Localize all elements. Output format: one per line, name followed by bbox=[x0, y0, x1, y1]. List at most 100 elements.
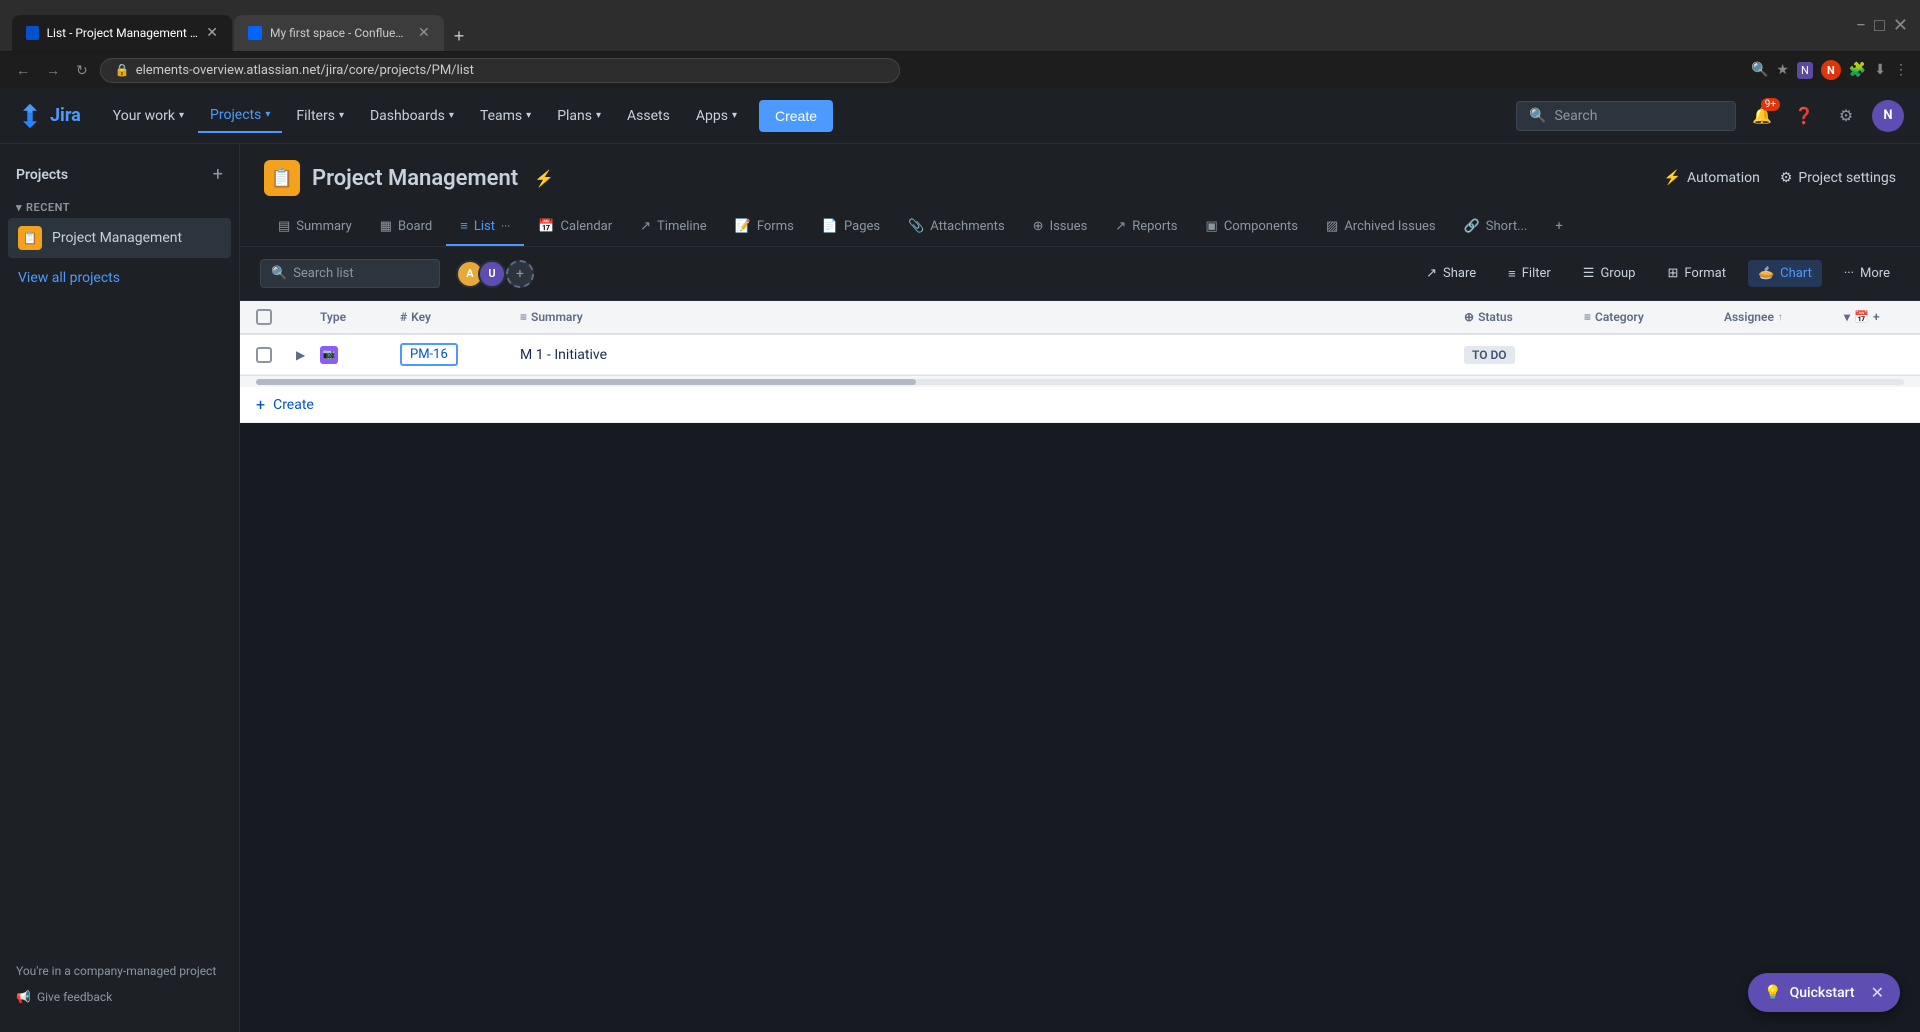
sidebar-item-project-management[interactable]: 📋 Project Management bbox=[8, 218, 231, 258]
tab-issues[interactable]: ⊕ Issues bbox=[1019, 208, 1102, 246]
tab-2-close[interactable]: ✕ bbox=[418, 25, 430, 41]
tab-timeline[interactable]: ↗ Timeline bbox=[626, 208, 721, 246]
expand-row-button[interactable]: ▶ bbox=[296, 348, 305, 362]
issue-type-icon: 📷 bbox=[320, 346, 338, 364]
tab-components[interactable]: ▣ Components bbox=[1192, 208, 1313, 246]
tab-summary[interactable]: ▤ Summary bbox=[264, 208, 366, 246]
tab-pages[interactable]: 📄 Pages bbox=[808, 208, 894, 246]
table-scroll-container: Type # Key ≡ Summary ⊕ Status bbox=[240, 301, 1920, 423]
tab-forms[interactable]: 📝 Forms bbox=[721, 208, 808, 246]
plus-icon: + bbox=[256, 395, 265, 414]
zoom-icon[interactable]: 🔍 bbox=[1751, 62, 1768, 78]
create-button[interactable]: Create bbox=[759, 100, 833, 132]
back-button[interactable]: ← bbox=[12, 58, 34, 82]
row-status-col: TO DO bbox=[1464, 347, 1584, 363]
content-area: 📋 Project Management ⚡ ⚡ Automation ⚙ Pr… bbox=[240, 144, 1920, 1032]
nav-apps[interactable]: Apps ▾ bbox=[684, 100, 749, 132]
chart-button[interactable]: 🥧 Chart bbox=[1748, 260, 1822, 287]
view-all-projects-link[interactable]: View all projects bbox=[8, 262, 231, 294]
status-col-header[interactable]: ⊕ Status bbox=[1464, 310, 1584, 324]
extensions-icon[interactable]: 🧩 bbox=[1849, 62, 1866, 78]
tab-attachments[interactable]: 📎 Attachments bbox=[894, 208, 1019, 246]
summary-col-header[interactable]: ≡ Summary bbox=[520, 310, 1464, 324]
quickstart-close-button[interactable]: ✕ bbox=[1871, 983, 1884, 1002]
create-issue-row[interactable]: + Create bbox=[240, 387, 1920, 423]
more-button[interactable]: ··· More bbox=[1834, 260, 1900, 287]
add-tab-button[interactable]: + bbox=[1541, 208, 1576, 246]
add-col-button[interactable]: + bbox=[1873, 310, 1880, 324]
notifications-button[interactable]: 🔔 9+ bbox=[1746, 100, 1778, 132]
attachments-tab-icon: 📎 bbox=[908, 219, 924, 234]
nav-filters[interactable]: Filters ▾ bbox=[284, 100, 356, 132]
sidebar-title: Projects bbox=[16, 167, 68, 183]
nav-assets[interactable]: Assets bbox=[615, 100, 682, 132]
select-all-checkbox[interactable] bbox=[256, 309, 272, 325]
link-tab-icon: 🔗 bbox=[1464, 219, 1480, 234]
issues-tab-icon: ⊕ bbox=[1033, 219, 1044, 234]
settings-button[interactable]: ⚙ bbox=[1830, 100, 1862, 132]
nav-dashboards[interactable]: Dashboards ▾ bbox=[358, 100, 466, 132]
tab-archived-issues[interactable]: ▨ Archived Issues bbox=[1312, 208, 1450, 246]
category-col-header[interactable]: ≡ Category bbox=[1584, 310, 1724, 324]
nav-teams[interactable]: Teams ▾ bbox=[468, 100, 543, 132]
row-key-col: PM-16 bbox=[400, 343, 520, 366]
minimize-icon[interactable]: − bbox=[1856, 15, 1866, 36]
add-people-button[interactable]: + bbox=[506, 260, 534, 288]
nav-plans[interactable]: Plans ▾ bbox=[545, 100, 613, 132]
nav-projects[interactable]: Projects ▾ bbox=[198, 99, 282, 133]
share-icon: ↗ bbox=[1426, 266, 1437, 281]
address-bar[interactable]: 🔒 elements-overview.atlassian.net/jira/c… bbox=[100, 58, 900, 83]
forward-button[interactable]: → bbox=[42, 58, 64, 82]
status-badge[interactable]: TO DO bbox=[1464, 346, 1515, 364]
tab-list[interactable]: ≡ List ··· bbox=[446, 208, 524, 246]
row-checkbox[interactable] bbox=[256, 347, 272, 363]
list-tab-more-icon[interactable]: ··· bbox=[501, 219, 510, 233]
search-list-input[interactable]: 🔍 Search list bbox=[260, 259, 440, 288]
tab-1[interactable]: List - Project Management - Ji... ✕ bbox=[12, 15, 232, 51]
shield-icon[interactable]: N bbox=[1797, 62, 1813, 79]
tab-board[interactable]: ▦ Board bbox=[366, 208, 447, 246]
assignee-col-header[interactable]: Assignee ↑ bbox=[1724, 310, 1844, 324]
format-button[interactable]: ⊞ Format bbox=[1657, 260, 1736, 287]
search-box[interactable]: 🔍 Search bbox=[1516, 101, 1736, 131]
tab-reports[interactable]: ↗ Reports bbox=[1101, 208, 1191, 246]
nav-your-work[interactable]: Your work ▾ bbox=[101, 100, 196, 132]
star-icon[interactable]: ⚡ bbox=[534, 169, 554, 188]
chevron-down-icon: ▾ bbox=[526, 110, 531, 121]
calendar-col-icon[interactable]: 📅 bbox=[1854, 310, 1869, 324]
jira-logo[interactable]: Jira bbox=[16, 102, 81, 130]
sort-ascending-icon: ↑ bbox=[1778, 312, 1783, 323]
key-col-header[interactable]: # Key bbox=[400, 310, 520, 324]
group-button[interactable]: ☰ Group bbox=[1573, 260, 1646, 287]
close-icon[interactable]: ✕ bbox=[1893, 15, 1908, 36]
add-project-button[interactable]: + bbox=[213, 164, 223, 185]
quickstart-icon: 💡 bbox=[1764, 985, 1781, 1001]
menu-icon[interactable]: ⋮ bbox=[1894, 62, 1908, 78]
feedback-button[interactable]: 📢 Give feedback bbox=[16, 986, 223, 1008]
type-col-header[interactable]: Type bbox=[320, 310, 400, 324]
tab-2[interactable]: My first space - Confluence ✕ bbox=[234, 15, 444, 51]
tab-calendar[interactable]: 📅 Calendar bbox=[524, 208, 626, 246]
help-button[interactable]: ❓ bbox=[1788, 100, 1820, 132]
tab-shortcut[interactable]: 🔗 Short... bbox=[1450, 208, 1542, 246]
tab-1-close[interactable]: ✕ bbox=[206, 25, 218, 41]
share-button[interactable]: ↗ Share bbox=[1416, 260, 1486, 287]
project-settings-button[interactable]: ⚙ Project settings bbox=[1780, 170, 1896, 186]
dropdown-icon[interactable]: ▾ bbox=[1844, 310, 1850, 324]
horizontal-scrollbar[interactable] bbox=[240, 375, 1920, 387]
maximize-icon[interactable]: □ bbox=[1874, 15, 1885, 36]
lock-icon: 🔒 bbox=[115, 63, 130, 77]
automation-button[interactable]: ⚡ Automation bbox=[1664, 170, 1760, 186]
download-icon[interactable]: ⬇ bbox=[1874, 62, 1886, 78]
project-title-row: 📋 Project Management ⚡ ⚡ Automation ⚙ Pr… bbox=[264, 160, 1896, 196]
refresh-button[interactable]: ↻ bbox=[72, 58, 92, 83]
summary-tab-icon: ▤ bbox=[278, 219, 290, 234]
issue-key[interactable]: PM-16 bbox=[400, 343, 458, 366]
quickstart-widget[interactable]: 💡 Quickstart ✕ bbox=[1748, 973, 1900, 1012]
new-tab-button[interactable]: + bbox=[446, 22, 473, 51]
user-avatar[interactable]: N bbox=[1872, 100, 1904, 132]
bookmark-icon[interactable]: ★ bbox=[1776, 62, 1789, 78]
user-avatar-2[interactable]: U bbox=[478, 260, 506, 288]
profile-icon[interactable]: N bbox=[1821, 60, 1841, 80]
filter-button[interactable]: ≡ Filter bbox=[1498, 260, 1561, 288]
